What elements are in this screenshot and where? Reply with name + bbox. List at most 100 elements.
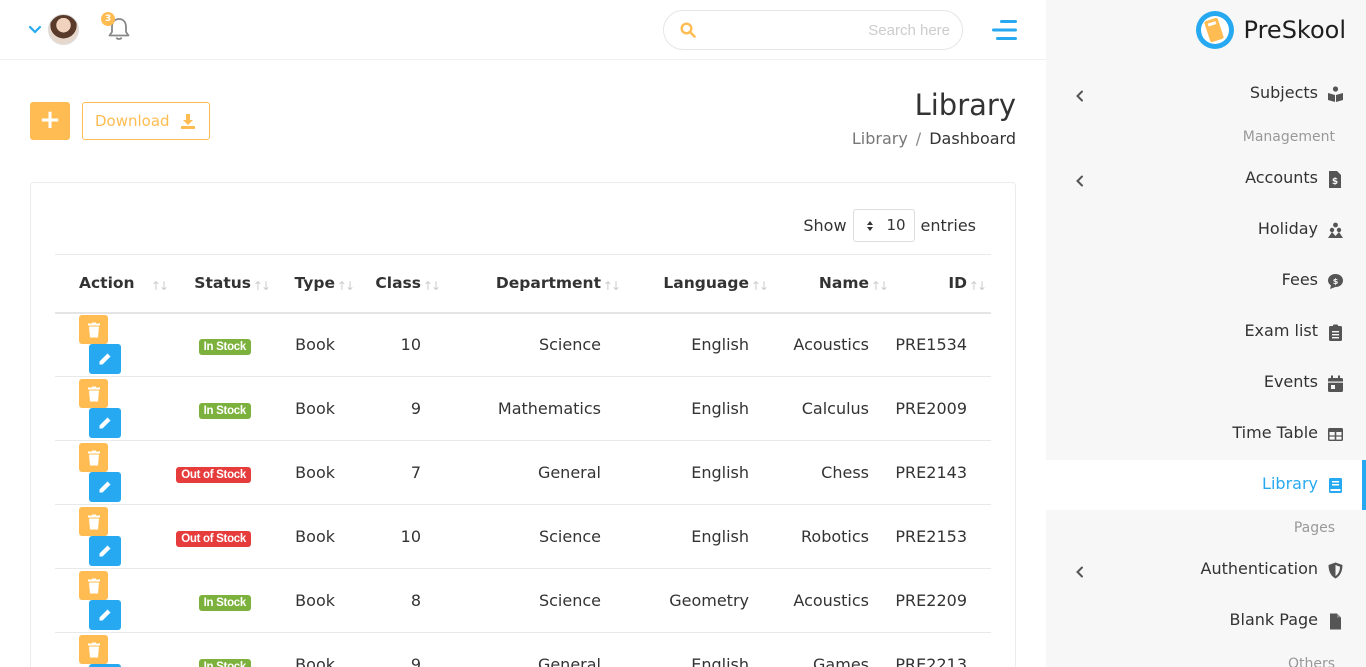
menu-toggle-icon[interactable] bbox=[990, 18, 1018, 42]
type-cell: Book bbox=[295, 591, 335, 610]
status-cell: Out of Stock bbox=[173, 441, 275, 505]
sidebar-item-holiday[interactable]: Holiday bbox=[1046, 205, 1366, 255]
name-cell: Robotics bbox=[801, 527, 869, 546]
sidebar-section-title: Others bbox=[1287, 656, 1335, 667]
sidebar-item-label: Exam list bbox=[1244, 321, 1318, 340]
sidebar-section-title: Management bbox=[1242, 129, 1335, 145]
app-root: 3 + Download Library bbox=[0, 0, 1366, 667]
download-icon bbox=[181, 114, 195, 129]
column-header-label: Department bbox=[495, 274, 601, 293]
name-cell: Games bbox=[813, 655, 869, 667]
edit-button[interactable] bbox=[89, 600, 121, 630]
delete-button[interactable] bbox=[79, 635, 108, 664]
sidebar-item-subjects[interactable]: Subjects bbox=[1046, 69, 1366, 119]
column-header-label: ID bbox=[948, 274, 967, 293]
sidebar-item-library[interactable]: Library bbox=[1046, 460, 1366, 510]
column-header-name[interactable]: Name ↑↓ bbox=[773, 255, 893, 313]
action-cell bbox=[55, 377, 173, 441]
entries-label: entries bbox=[920, 216, 976, 235]
delete-button[interactable] bbox=[79, 315, 108, 345]
entries-select[interactable]: 10 bbox=[852, 209, 915, 242]
column-header-label: Action bbox=[79, 274, 135, 293]
holly-berry-icon bbox=[1327, 222, 1344, 239]
entries-value: 10 bbox=[886, 216, 906, 234]
chevron-down-icon[interactable] bbox=[28, 22, 42, 36]
select-arrows-icon bbox=[866, 221, 873, 231]
column-header-label: Type bbox=[294, 274, 335, 293]
status-cell: In Stock bbox=[173, 569, 275, 633]
clipboard-list-icon bbox=[1327, 324, 1344, 341]
action-cell bbox=[55, 313, 173, 377]
edit-button[interactable] bbox=[89, 472, 121, 502]
table-row: Out of Stock Book 7 General English Chess PRE2… bbox=[55, 441, 991, 505]
chevron-left-icon bbox=[1075, 563, 1085, 578]
language-cell: English bbox=[691, 399, 749, 418]
column-header-action[interactable]: Action ↑↓ bbox=[55, 255, 173, 313]
breadcrumb-current: Dashboard bbox=[929, 129, 1016, 148]
breadcrumb-separator: / bbox=[915, 129, 922, 148]
breadcrumb-library-link[interactable]: Library bbox=[852, 129, 908, 148]
status-cell: In Stock bbox=[173, 313, 275, 377]
action-cell bbox=[55, 569, 173, 633]
class-cell: 10 bbox=[400, 527, 421, 546]
sidebar-section-title: Pages bbox=[1293, 520, 1335, 536]
action-cell bbox=[55, 633, 173, 667]
sort-icon: ↑↓ bbox=[336, 279, 355, 293]
sidebar-item-exam-list[interactable]: Exam list bbox=[1046, 307, 1366, 357]
column-header-id[interactable]: ID ↑↓ bbox=[893, 255, 991, 313]
table-icon bbox=[1327, 426, 1344, 443]
show-label: Show bbox=[803, 216, 847, 235]
edit-button[interactable] bbox=[89, 408, 121, 438]
sidebar-item-authentication[interactable]: Authentication bbox=[1046, 545, 1366, 595]
comment-dollar-icon: $ bbox=[1327, 273, 1344, 290]
delete-button[interactable] bbox=[79, 507, 108, 536]
language-cell: Geometry bbox=[669, 591, 749, 610]
chevron-left-icon bbox=[1075, 172, 1085, 187]
sidebar-item-events[interactable]: Events bbox=[1046, 358, 1366, 408]
top-header: 3 bbox=[0, 0, 1046, 60]
logo-text: PreSkool bbox=[1243, 16, 1346, 44]
name-cell: Chess bbox=[821, 463, 869, 482]
sort-icon: ↑↓ bbox=[968, 279, 987, 293]
id-cell: PRE2213 bbox=[895, 655, 967, 667]
book-icon bbox=[1327, 477, 1344, 494]
sidebar-item-fees[interactable]: Fees $ bbox=[1046, 256, 1366, 306]
department-cell: Science bbox=[538, 335, 601, 355]
sidebar-item-label: Blank Page bbox=[1229, 610, 1318, 629]
sidebar-item-blank-page[interactable]: Blank Page bbox=[1046, 596, 1366, 646]
sort-icon: ↑↓ bbox=[750, 279, 769, 293]
sidebar-item-time-table[interactable]: Time Table bbox=[1046, 409, 1366, 459]
column-header-class[interactable]: Class ↑↓ bbox=[359, 255, 445, 313]
file-invoice-dollar-icon: $ bbox=[1327, 171, 1344, 188]
status-badge: In Stock bbox=[198, 658, 251, 667]
svg-text:$: $ bbox=[1333, 277, 1339, 286]
class-cell: 7 bbox=[410, 463, 421, 482]
search-icon[interactable] bbox=[680, 22, 696, 38]
sidebar-item-label: Authentication bbox=[1200, 559, 1318, 578]
id-cell: PRE2143 bbox=[895, 463, 967, 482]
edit-button[interactable] bbox=[89, 536, 121, 566]
delete-button[interactable] bbox=[79, 571, 108, 600]
column-header-department[interactable]: Department ↑↓ bbox=[445, 255, 625, 313]
column-header-status[interactable]: Status ↑↓ bbox=[173, 255, 275, 313]
column-header-type[interactable]: Type ↑↓ bbox=[275, 255, 359, 313]
download-button[interactable]: Download bbox=[82, 102, 210, 140]
column-header-label: Class bbox=[375, 274, 421, 293]
search-input[interactable] bbox=[710, 19, 950, 41]
table-header-row: Action ↑↓ Status ↑↓ Type ↑↓ Class ↑↓ Departm… bbox=[55, 254, 991, 313]
edit-button[interactable] bbox=[89, 344, 121, 375]
type-cell: Book bbox=[295, 655, 335, 667]
add-button[interactable]: + bbox=[30, 102, 70, 140]
language-cell: English bbox=[691, 335, 749, 355]
delete-button[interactable] bbox=[79, 379, 108, 408]
user-avatar[interactable] bbox=[48, 14, 79, 45]
sidebar-item-accounts[interactable]: Accounts $ bbox=[1046, 154, 1366, 204]
sidebar-item-label: Library bbox=[1262, 474, 1318, 493]
book-reader-icon bbox=[1327, 86, 1344, 103]
logo[interactable]: PreSkool bbox=[1194, 8, 1346, 52]
column-header-language[interactable]: Language ↑↓ bbox=[625, 255, 773, 313]
delete-button[interactable] bbox=[79, 443, 108, 472]
id-cell: PRE2009 bbox=[895, 399, 967, 418]
main-content: 3 + Download Library bbox=[0, 0, 1046, 667]
status-badge: In Stock bbox=[198, 594, 251, 611]
